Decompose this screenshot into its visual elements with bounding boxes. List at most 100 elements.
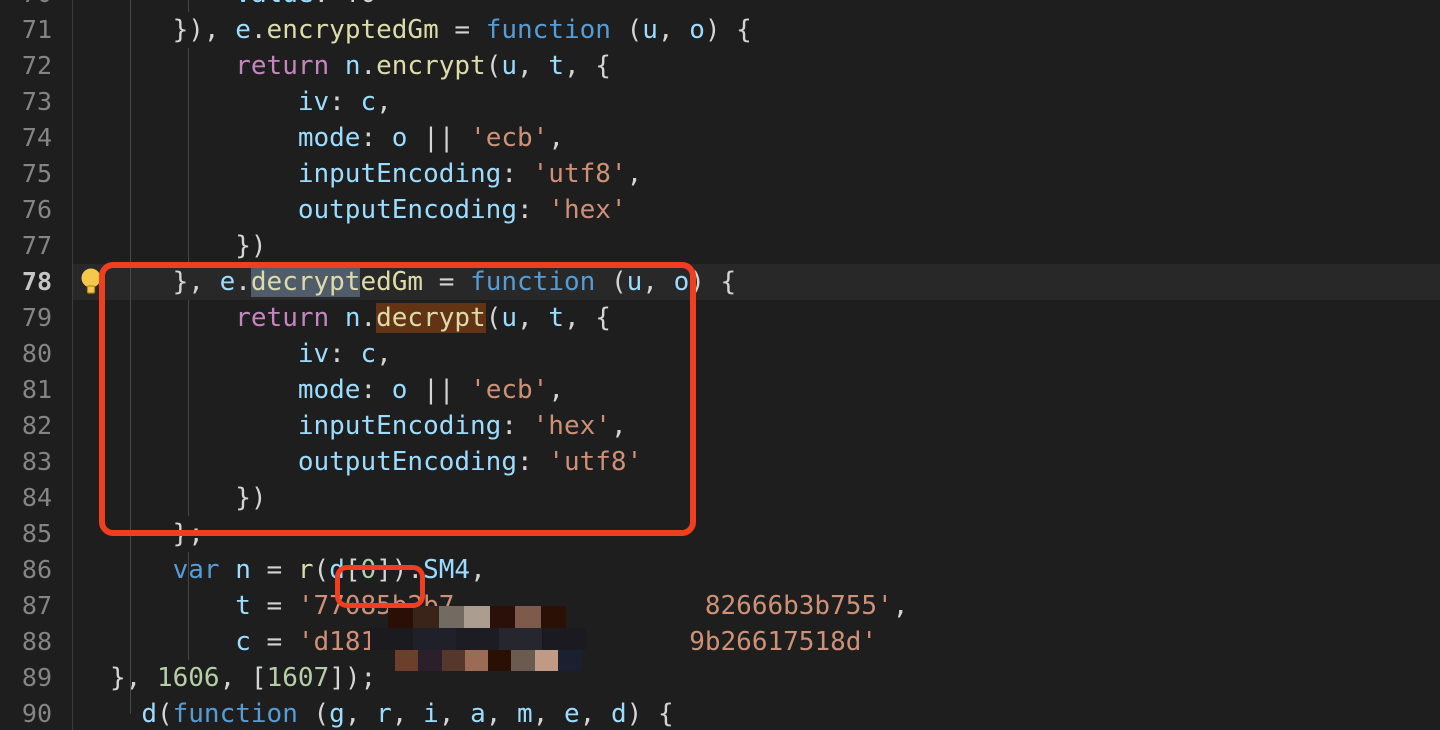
code-token: mode	[298, 375, 361, 405]
code-token	[110, 447, 298, 477]
code-token: value	[235, 0, 313, 9]
code-line[interactable]: }, e.decryptedGm = function (u, o) {	[110, 264, 1440, 300]
line-number[interactable]: 83	[0, 444, 52, 480]
code-token: c	[360, 87, 376, 117]
code-line[interactable]: }), e.encryptedGm = function (u, o) {	[110, 12, 1440, 48]
code-line[interactable]: iv: c,	[110, 84, 1440, 120]
code-token: };	[110, 519, 204, 549]
gutter-separator	[72, 0, 73, 730]
redaction-block	[370, 628, 414, 650]
code-token: u	[501, 303, 517, 333]
code-token: inputEncoding	[298, 159, 502, 189]
line-number[interactable]: 78	[0, 264, 52, 300]
code-token: encrypt	[376, 51, 486, 81]
code-line[interactable]: outputEncoding: 'hex'	[110, 192, 1440, 228]
line-number[interactable]: 74	[0, 120, 52, 156]
code-line[interactable]: })	[110, 228, 1440, 264]
code-token	[110, 339, 298, 369]
code-token	[329, 51, 345, 81]
code-token: d	[329, 555, 345, 585]
code-token: var	[173, 555, 220, 585]
code-token: :	[314, 0, 345, 9]
code-line[interactable]: inputEncoding: 'utf8',	[110, 156, 1440, 192]
code-line[interactable]: mode: o || 'ecb',	[110, 120, 1440, 156]
line-number[interactable]: 72	[0, 48, 52, 84]
code-token: e	[220, 267, 236, 297]
line-number[interactable]: 79	[0, 300, 52, 336]
lightbulb-icon[interactable]	[78, 267, 104, 297]
line-number[interactable]: 87	[0, 588, 52, 624]
redaction-smudge-overlay	[370, 628, 585, 650]
code-line[interactable]: c = 'd18171cc5 9b26617518d'	[110, 624, 1440, 660]
code-token: 0	[361, 555, 377, 585]
code-token: ) {	[627, 699, 674, 729]
code-line[interactable]: }, 1606, [1607]);	[110, 660, 1440, 696]
code-line[interactable]: })	[110, 480, 1440, 516]
code-token: (	[157, 699, 173, 729]
line-number[interactable]: 82	[0, 408, 52, 444]
line-number[interactable]: 77	[0, 228, 52, 264]
code-token: iv	[298, 339, 329, 369]
line-number[interactable]: 88	[0, 624, 52, 660]
code-line[interactable]: };	[110, 516, 1440, 552]
code-token	[110, 87, 298, 117]
code-line[interactable]: d(function (g, r, i, a, m, e, d) {	[110, 696, 1440, 730]
code-line[interactable]: return n.encrypt(u, t, {	[110, 48, 1440, 84]
code-token: c	[235, 627, 251, 657]
line-number[interactable]: 73	[0, 84, 52, 120]
code-token: ,	[533, 699, 564, 729]
code-token: [	[345, 555, 361, 585]
code-token: =	[423, 267, 470, 297]
line-number[interactable]: 76	[0, 192, 52, 228]
code-token: function	[486, 15, 611, 45]
code-token: 9b26617518d'	[689, 627, 877, 657]
line-number[interactable]: 84	[0, 480, 52, 516]
code-token	[110, 0, 235, 9]
code-token: (	[486, 51, 502, 81]
code-token: .	[360, 51, 376, 81]
code-token: :	[517, 195, 548, 225]
code-token: (	[314, 555, 330, 585]
code-token: 'ecb'	[470, 123, 548, 153]
line-number[interactable]: 75	[0, 156, 52, 192]
code-token: 'utf8'	[533, 159, 627, 189]
line-number[interactable]: 70	[0, 0, 52, 12]
line-number[interactable]: 89	[0, 660, 52, 696]
line-number[interactable]: 85	[0, 516, 52, 552]
line-number[interactable]: 80	[0, 336, 52, 372]
code-token: .	[235, 267, 251, 297]
code-token: inputEncoding	[298, 411, 502, 441]
code-token: ,	[439, 699, 470, 729]
code-token: e	[235, 15, 251, 45]
code-line[interactable]: iv: c,	[110, 336, 1440, 372]
code-token: 'hex'	[533, 411, 611, 441]
code-line[interactable]: outputEncoding: 'utf8'	[110, 444, 1440, 480]
code-token: t	[235, 591, 251, 621]
code-token: r	[376, 699, 392, 729]
code-text-area[interactable]: value: !0 }), e.encryptedGm = function (…	[110, 0, 1440, 730]
code-token: :	[360, 123, 391, 153]
code-line[interactable]: t = '77085b2b7 82666b3b755',	[110, 588, 1440, 624]
code-token: ||	[407, 375, 470, 405]
code-editor[interactable]: value: !0 }), e.encryptedGm = function (…	[0, 0, 1440, 730]
code-token: })	[110, 483, 267, 513]
code-token: i	[423, 699, 439, 729]
code-token: t	[548, 51, 564, 81]
code-token: 'utf8'	[548, 447, 642, 477]
code-token: .	[251, 15, 267, 45]
code-line[interactable]: var n = r(d[0]).SM4,	[110, 552, 1440, 588]
code-token: iv	[298, 87, 329, 117]
code-line[interactable]: return n.decrypt(u, t, {	[110, 300, 1440, 336]
line-number[interactable]: 81	[0, 372, 52, 408]
code-line[interactable]: value: !0	[110, 0, 1440, 12]
line-number[interactable]: 71	[0, 12, 52, 48]
code-line[interactable]: inputEncoding: 'hex',	[110, 408, 1440, 444]
lightbulb-glyph	[78, 267, 104, 297]
code-line[interactable]: mode: o || 'ecb',	[110, 372, 1440, 408]
line-number[interactable]: 90	[0, 696, 52, 730]
line-number[interactable]: 86	[0, 552, 52, 588]
code-token: o	[689, 15, 705, 45]
code-token: ) {	[705, 15, 752, 45]
code-token: e	[564, 699, 580, 729]
code-token: ,	[642, 267, 673, 297]
